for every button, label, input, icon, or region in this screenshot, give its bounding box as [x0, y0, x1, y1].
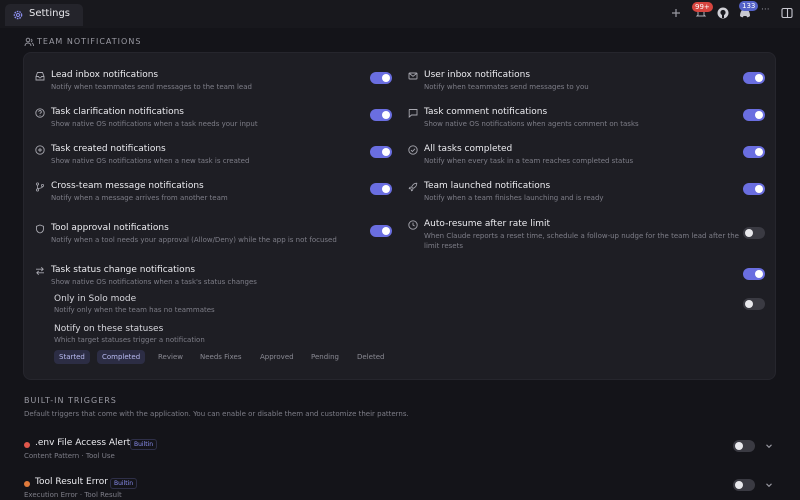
chevron-down-icon[interactable]	[764, 480, 774, 490]
setting-description: When Claude reports a reset time, schedu…	[424, 232, 739, 240]
section-title: TEAM NOTIFICATIONS	[37, 37, 142, 46]
team-notifications-card: Lead inbox notifications Notify when tea…	[23, 52, 776, 380]
setting-title: User inbox notifications	[424, 70, 531, 80]
status-chip-deleted[interactable]: Deleted	[352, 350, 389, 364]
setting-title: Task created notifications	[51, 144, 166, 154]
status-chip-needs-fixes[interactable]: Needs Fixes	[195, 350, 247, 364]
setting-title: Only in Solo mode	[54, 294, 137, 304]
toggle-lead-inbox[interactable]	[370, 72, 392, 84]
setting-title: Notify on these statuses	[54, 324, 164, 334]
setting-description: Notify when every task in a team reaches…	[424, 157, 634, 165]
rocket-icon	[408, 182, 418, 192]
status-chip-approved[interactable]: Approved	[255, 350, 299, 364]
setting-statuses: Notify on these statuses Which target st…	[54, 324, 205, 344]
toggle-cross-team[interactable]	[370, 183, 392, 195]
toggle-solo-mode[interactable]	[743, 298, 765, 310]
toggle-trigger-env[interactable]	[733, 440, 755, 452]
comment-icon	[408, 109, 418, 118]
setting-title: Cross-team message notifications	[51, 181, 204, 191]
setting-title: Tool approval notifications	[51, 223, 169, 233]
gear-icon	[13, 10, 23, 20]
shield-icon	[36, 224, 44, 234]
builtin-triggers-header: BUILT-IN TRIGGERS	[24, 396, 117, 405]
branch-icon	[35, 182, 45, 192]
setting-description: Notify when a tool needs your approval (…	[51, 236, 337, 244]
status-chip-completed[interactable]: Completed	[97, 350, 146, 364]
setting-description: Which target statuses trigger a notifica…	[54, 336, 205, 344]
setting-description: Show native OS notifications when a new …	[51, 157, 250, 165]
swap-icon	[36, 266, 44, 276]
setting-solo-mode: Only in Solo mode Notify only when the t…	[54, 294, 215, 314]
setting-description: Notify when teammates send messages to y…	[424, 83, 589, 91]
mail-icon	[408, 72, 418, 80]
toggle-task-status-change[interactable]	[743, 268, 765, 280]
setting-title: Task status change notifications	[51, 265, 196, 275]
tab-title: Settings	[29, 8, 71, 19]
setting-title: Auto-resume after rate limit	[424, 219, 550, 229]
status-chip-review[interactable]: Review	[153, 350, 188, 364]
clock-icon	[408, 220, 418, 230]
setting-description: Notify when a message arrives from anoth…	[51, 194, 228, 202]
users-icon	[24, 37, 34, 47]
trigger-name: Tool Result Error	[35, 477, 108, 487]
setting-description-continued: limit resets	[424, 242, 463, 250]
trigger-row: .env File Access Alert Builtin Content P…	[24, 438, 776, 468]
builtin-badge: Builtin	[110, 478, 138, 489]
toggle-task-created[interactable]	[370, 146, 392, 158]
setting-description: Notify only when the team has no teammat…	[54, 306, 215, 314]
more-icon[interactable]: ···	[761, 5, 775, 19]
toggle-team-launched[interactable]	[743, 183, 765, 195]
trigger-row: Tool Result Error Builtin Execution Erro…	[24, 477, 776, 500]
toggle-task-comment[interactable]	[743, 109, 765, 121]
trigger-status-dot	[24, 481, 30, 487]
toggle-all-tasks-completed[interactable]	[743, 146, 765, 158]
check-circle-icon	[408, 145, 418, 155]
status-chip-started[interactable]: Started	[54, 350, 90, 364]
builtin-triggers-description: Default triggers that come with the appl…	[24, 410, 409, 418]
status-chip-pending[interactable]: Pending	[306, 350, 344, 364]
plus-icon[interactable]	[669, 6, 683, 20]
github-icon[interactable]	[716, 6, 730, 20]
title-bar: Settings 99+ 133 ···	[0, 0, 800, 28]
inbox-icon	[35, 72, 45, 81]
setting-description: Notify when teammates send messages to t…	[51, 83, 252, 91]
trigger-status-dot	[24, 442, 30, 448]
trigger-meta: Execution Error · Tool Result	[24, 491, 122, 499]
setting-title: All tasks completed	[424, 144, 513, 154]
setting-title: Lead inbox notifications	[51, 70, 159, 80]
sidebar-toggle-icon[interactable]	[780, 6, 794, 20]
setting-title: Task clarification notifications	[51, 107, 184, 117]
plus-circle-icon	[35, 145, 45, 155]
trigger-name: .env File Access Alert	[35, 438, 131, 448]
chevron-down-icon[interactable]	[764, 441, 774, 451]
notifications-badge: 99+	[692, 2, 713, 12]
tab-settings[interactable]: Settings	[5, 4, 83, 26]
toggle-user-inbox[interactable]	[743, 72, 765, 84]
question-icon	[35, 108, 45, 118]
setting-description: Show native OS notifications when a task…	[51, 278, 257, 286]
discord-badge: 133	[739, 1, 759, 11]
builtin-badge: Builtin	[130, 439, 158, 450]
setting-description: Notify when a team finishes launching an…	[424, 194, 604, 202]
setting-description: Show native OS notifications when a task…	[51, 120, 258, 128]
toggle-tool-approval[interactable]	[370, 225, 392, 237]
toggle-trigger-tool-result[interactable]	[733, 479, 755, 491]
setting-description: Show native OS notifications when agents…	[424, 120, 639, 128]
toggle-auto-resume[interactable]	[743, 227, 765, 239]
setting-title: Team launched notifications	[424, 181, 551, 191]
toggle-task-clarification[interactable]	[370, 109, 392, 121]
setting-title: Task comment notifications	[424, 107, 548, 117]
trigger-meta: Content Pattern · Tool Use	[24, 452, 115, 460]
